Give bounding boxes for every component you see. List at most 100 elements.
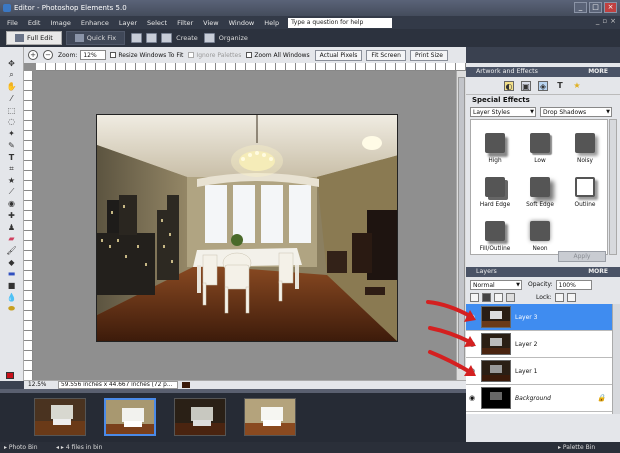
menu-enhance[interactable]: Enhance [76,19,114,27]
tab-full-edit[interactable]: Full Edit [6,31,62,45]
favorites-icon[interactable]: ★ [572,81,582,91]
doc-restore-icon[interactable]: ▫ [602,17,607,25]
order-prints-icon[interactable] [161,33,173,43]
lock-transparency-icon[interactable] [554,293,564,302]
menu-file[interactable]: File [2,19,23,27]
lasso-tool-icon[interactable]: ◌ [7,117,16,126]
delete-layer-icon[interactable] [494,293,503,302]
bin-thumbnail[interactable] [104,398,156,436]
palette-bin-toggle[interactable]: ▸ Palette Bin [558,442,595,453]
themes-icon[interactable]: ▣ [521,80,531,91]
print-size-button[interactable]: Print Size [409,49,448,61]
effect-low[interactable]: Low [518,122,562,166]
eraser-tool-icon[interactable]: ▰ [7,234,16,243]
artwork-icon[interactable]: ◐ [504,80,514,91]
link-layers-icon[interactable] [506,293,515,302]
text-icon[interactable]: T [555,81,565,91]
bin-thumbnail[interactable] [174,398,226,436]
layers-scrollbar[interactable] [612,304,620,414]
hand-tool-icon[interactable]: ✋ [7,82,17,91]
layers-more-button[interactable]: MORE [588,267,608,277]
effect-hard-edge[interactable]: Hard Edge [473,166,517,210]
layers-header[interactable]: Layers MORE [466,267,620,277]
menu-window[interactable]: Window [224,19,260,27]
maximize-button[interactable]: □ [589,2,602,13]
effect-type-select[interactable]: Layer Styles ▼ [470,107,536,117]
shape-tool-icon[interactable]: ■ [7,281,16,290]
effect-neon[interactable]: Neon [518,210,562,254]
print-icon[interactable] [131,33,143,43]
ignore-palettes-box[interactable] [188,52,195,58]
share-icon[interactable] [146,33,158,43]
effect-soft-edge[interactable]: Soft Edge [518,166,562,210]
zoom-all-windows-checkbox[interactable]: Zoom All Windows [246,52,310,59]
apply-button[interactable]: Apply [558,251,606,262]
status-menu-arrow-icon[interactable] [182,382,190,388]
create-button[interactable]: Create [176,34,198,42]
blend-mode-select[interactable]: Normal ▼ [470,279,522,290]
layer-name[interactable]: Layer 1 [515,368,537,375]
zoom-input[interactable]: 12% [80,50,107,60]
bin-thumbnail[interactable] [34,398,86,436]
effect-noisy[interactable]: Noisy [563,122,607,166]
layer-row[interactable]: ◉ Layer 1 [466,358,612,385]
move-tool-icon[interactable]: ✥ [7,59,16,68]
effect-fill-outline[interactable]: Fill/Outline [473,210,517,254]
menu-help[interactable]: Help [259,19,284,27]
resize-windows-box[interactable] [110,52,117,58]
resize-windows-checkbox[interactable]: Resize Windows To Fit [110,52,183,59]
zoom-out-icon[interactable]: − [43,50,53,60]
color-swatches[interactable] [6,372,18,381]
special-effects-icon[interactable]: ◈ [538,80,548,91]
layer-row[interactable]: ◉ Background 🔒 [466,385,612,412]
document-image[interactable] [96,114,398,342]
menu-image[interactable]: Image [45,19,75,27]
effect-high[interactable]: High [473,122,517,166]
tab-quick-fix[interactable]: Quick Fix [65,31,126,45]
gradient-tool-icon[interactable]: ▬ [7,269,16,278]
lock-all-icon[interactable] [566,293,576,302]
blur-tool-icon[interactable]: 💧 [7,293,17,302]
doc-close-icon[interactable]: × [610,17,616,25]
effect-category-select[interactable]: Drop Shadows ▼ [540,107,612,117]
zoom-tool-icon[interactable]: ⌕ [7,70,16,80]
bin-thumbnail[interactable] [244,398,296,436]
menu-edit[interactable]: Edit [23,19,46,27]
doc-minimize-icon[interactable]: _ [596,17,600,25]
opacity-input[interactable]: 100% [555,279,592,290]
photo-bin-toggle[interactable]: ▸ Photo Bin [4,442,38,453]
ignore-palettes-checkbox[interactable]: Ignore Palettes [188,52,241,59]
zoom-in-icon[interactable]: + [28,50,38,60]
layer-name[interactable]: Layer 2 [515,341,537,348]
sponge-tool-icon[interactable]: ⬬ [7,304,16,313]
artwork-effects-header[interactable]: Artwork and Effects MORE [466,67,620,77]
healing-brush-icon[interactable]: ✚ [7,211,16,220]
selection-brush-icon[interactable]: ✎ [7,141,16,150]
magic-wand-tool-icon[interactable]: ✦ [7,129,16,138]
brush-tool-icon[interactable]: 🖌 [6,246,16,255]
type-tool-icon[interactable]: T [7,153,16,162]
layer-name[interactable]: Background [515,395,551,402]
menu-filter[interactable]: Filter [172,19,198,27]
help-search-input[interactable]: Type a question for help [288,17,393,28]
effects-scrollbar[interactable] [609,119,617,255]
actual-pixels-button[interactable]: Actual Pixels [314,49,363,61]
marquee-tool-icon[interactable]: ⬚ [7,106,16,115]
eyedropper-tool-icon[interactable]: ⁄ [7,94,16,103]
visibility-eye-icon[interactable]: ◉ [466,394,478,402]
red-eye-tool-icon[interactable]: ◉ [7,199,16,208]
effect-outline[interactable]: Outline [563,166,607,210]
foreground-color-swatch[interactable] [6,372,14,379]
layer-row[interactable]: ◉ Layer 2 [466,331,612,358]
organize-icon[interactable] [203,33,215,43]
artwork-more-button[interactable]: MORE [588,67,608,77]
layer-name[interactable]: Layer 3 [515,314,537,321]
layer-row[interactable]: ◉ Layer 3 [466,304,612,331]
menu-select[interactable]: Select [142,19,172,27]
organize-button[interactable]: Organize [219,34,248,42]
close-button[interactable]: × [604,2,617,13]
clone-stamp-icon[interactable]: ♟ [7,223,16,232]
crop-tool-icon[interactable]: ⌗ [7,164,16,173]
fit-screen-button[interactable]: Fit Screen [366,49,406,61]
straighten-tool-icon[interactable]: ⟋ [7,187,16,197]
